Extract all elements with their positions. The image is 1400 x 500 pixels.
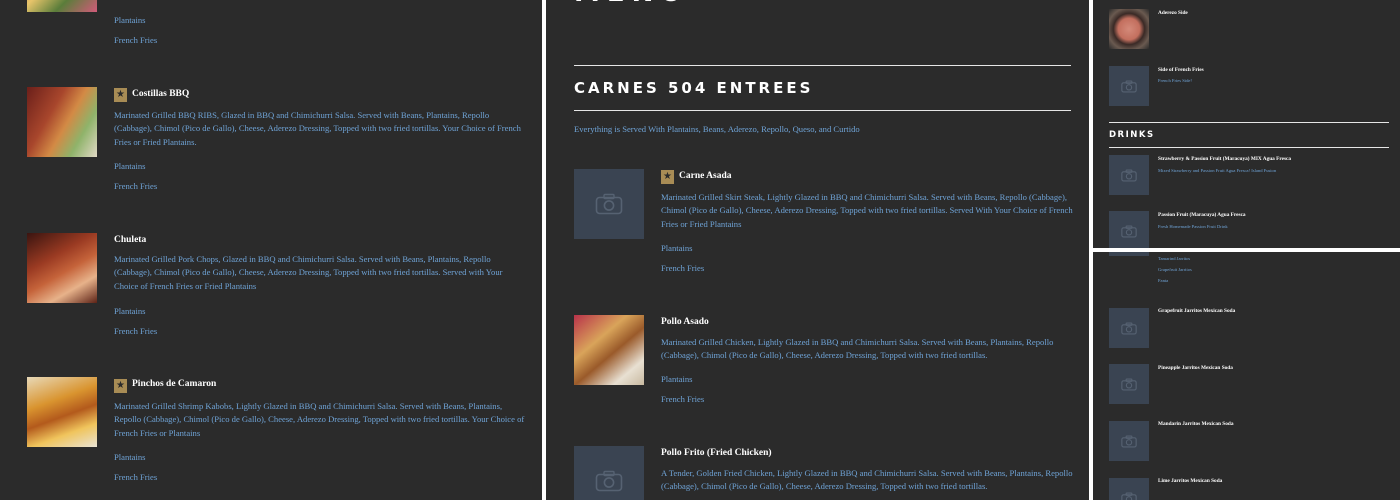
option-french-fries[interactable]: French Fries bbox=[114, 181, 157, 191]
food-photo[interactable] bbox=[27, 87, 97, 157]
item-description: Marinated Grilled Shrimp Kabobs, Lightly… bbox=[114, 401, 525, 438]
section-title: DRINKS bbox=[1109, 130, 1155, 140]
image-placeholder[interactable] bbox=[1109, 252, 1149, 256]
section-title: CARNES 504 ENTREES bbox=[574, 79, 814, 97]
image-placeholder[interactable] bbox=[1109, 66, 1149, 106]
image-placeholder[interactable] bbox=[1109, 364, 1149, 404]
option-french-fries[interactable]: French Fries bbox=[114, 35, 157, 45]
featured-star-icon: ★ bbox=[114, 379, 127, 393]
featured-star-icon: ★ bbox=[114, 88, 127, 102]
option-french-fries[interactable]: French Fries bbox=[661, 263, 704, 273]
item-title[interactable]: Passion Fruit (Maracuya) Agua Fresca bbox=[1158, 212, 1246, 218]
item-description: Marinated Grilled BBQ RIBS, Glazed in BB… bbox=[114, 110, 521, 147]
divider bbox=[574, 65, 1071, 66]
item-title[interactable]: Carne Asada bbox=[679, 171, 732, 181]
camera-icon bbox=[1121, 378, 1137, 391]
item-description: Marinated Grilled Pork Chops, Glazed in … bbox=[114, 254, 503, 291]
item-title[interactable]: Costillas BBQ bbox=[132, 89, 189, 99]
food-photo[interactable] bbox=[1109, 9, 1149, 49]
option-plantains[interactable]: Plantains bbox=[114, 15, 146, 25]
item-title[interactable]: Aderezo Side bbox=[1158, 10, 1188, 16]
item-title[interactable]: Pinchos de Camaron bbox=[132, 379, 216, 389]
section-note: Everything is Served With Plantains, Bea… bbox=[574, 124, 860, 134]
camera-icon bbox=[595, 470, 623, 492]
image-placeholder[interactable] bbox=[1109, 421, 1149, 461]
option-plantains[interactable]: Plantains bbox=[661, 374, 693, 384]
camera-icon bbox=[1121, 435, 1137, 448]
option-item[interactable]: Fanta bbox=[1158, 278, 1168, 283]
option-plantains[interactable]: Plantains bbox=[114, 306, 146, 316]
camera-icon bbox=[1121, 169, 1137, 181]
divider bbox=[1109, 147, 1389, 148]
menu-panel-middle: MENU CARNES 504 ENTREES Everything is Se… bbox=[546, 0, 1089, 500]
image-placeholder[interactable] bbox=[1109, 155, 1149, 195]
image-placeholder[interactable] bbox=[1109, 478, 1149, 500]
option-plantains[interactable]: Plantains bbox=[114, 161, 146, 171]
image-placeholder[interactable] bbox=[574, 446, 644, 500]
menu-panel-right-top: Aderezo Side Side of French Fries French… bbox=[1093, 0, 1400, 248]
item-description: Marinated Grilled Chicken, Lightly Glaze… bbox=[661, 337, 1054, 361]
divider bbox=[574, 110, 1071, 111]
item-title[interactable]: Pollo Frito (Fried Chicken) bbox=[661, 448, 772, 458]
camera-icon bbox=[1121, 492, 1137, 500]
item-title[interactable]: Strawberry & Passion Fruit (Maracuya) MI… bbox=[1158, 156, 1291, 162]
menu-title: MENU bbox=[574, 0, 689, 8]
camera-icon bbox=[595, 193, 623, 215]
item-description: Mixed Strawberry and Passion Fruit Agua … bbox=[1158, 168, 1277, 173]
menu-panel-right-bottom: Tamarind Jarritos Grapefruit Jarritos Fa… bbox=[1093, 252, 1400, 500]
camera-icon bbox=[1121, 225, 1137, 237]
image-placeholder[interactable] bbox=[574, 169, 644, 239]
item-title[interactable]: Grapefruit Jarritos Mexican Soda bbox=[1158, 308, 1235, 314]
divider bbox=[1109, 122, 1389, 123]
food-photo[interactable] bbox=[574, 315, 644, 385]
option-item[interactable]: Grapefruit Jarritos bbox=[1158, 267, 1192, 272]
food-photo[interactable] bbox=[27, 377, 97, 447]
option-french-fries[interactable]: French Fries bbox=[661, 394, 704, 404]
item-description: Fresh Homemade Passion Fruit Drink bbox=[1158, 224, 1228, 229]
item-title[interactable]: Mandarin Jarritos Mexican Soda bbox=[1158, 421, 1233, 427]
food-photo[interactable] bbox=[27, 0, 97, 12]
item-title[interactable]: Side of French Fries bbox=[1158, 67, 1204, 73]
featured-star-icon: ★ bbox=[661, 170, 674, 184]
image-placeholder[interactable] bbox=[1109, 211, 1149, 248]
item-title[interactable]: Pineapple Jarritos Mexican Soda bbox=[1158, 365, 1233, 371]
item-title[interactable]: Pollo Asado bbox=[661, 317, 709, 327]
option-item[interactable]: Tamarind Jarritos bbox=[1158, 256, 1190, 261]
camera-icon bbox=[1121, 80, 1137, 92]
item-description: A Tender, Golden Fried Chicken, Lightly … bbox=[661, 468, 1073, 492]
camera-icon bbox=[1121, 322, 1137, 335]
image-placeholder[interactable] bbox=[1109, 308, 1149, 348]
option-plantains[interactable]: Plantains bbox=[114, 452, 146, 462]
item-description: French Fries Side! bbox=[1158, 78, 1192, 83]
option-french-fries[interactable]: French Fries bbox=[114, 472, 157, 482]
food-photo[interactable] bbox=[27, 233, 97, 303]
option-plantains[interactable]: Plantains bbox=[661, 243, 693, 253]
option-french-fries[interactable]: French Fries bbox=[114, 326, 157, 336]
item-title[interactable]: Lime Jarritos Mexican Soda bbox=[1158, 478, 1222, 484]
item-title[interactable]: Chuleta bbox=[114, 235, 146, 245]
item-description: Marinated Grilled Skirt Steak, Lightly G… bbox=[661, 192, 1073, 229]
menu-panel-left: Plantains French Fries ★ Costillas BBQ M… bbox=[0, 0, 542, 500]
